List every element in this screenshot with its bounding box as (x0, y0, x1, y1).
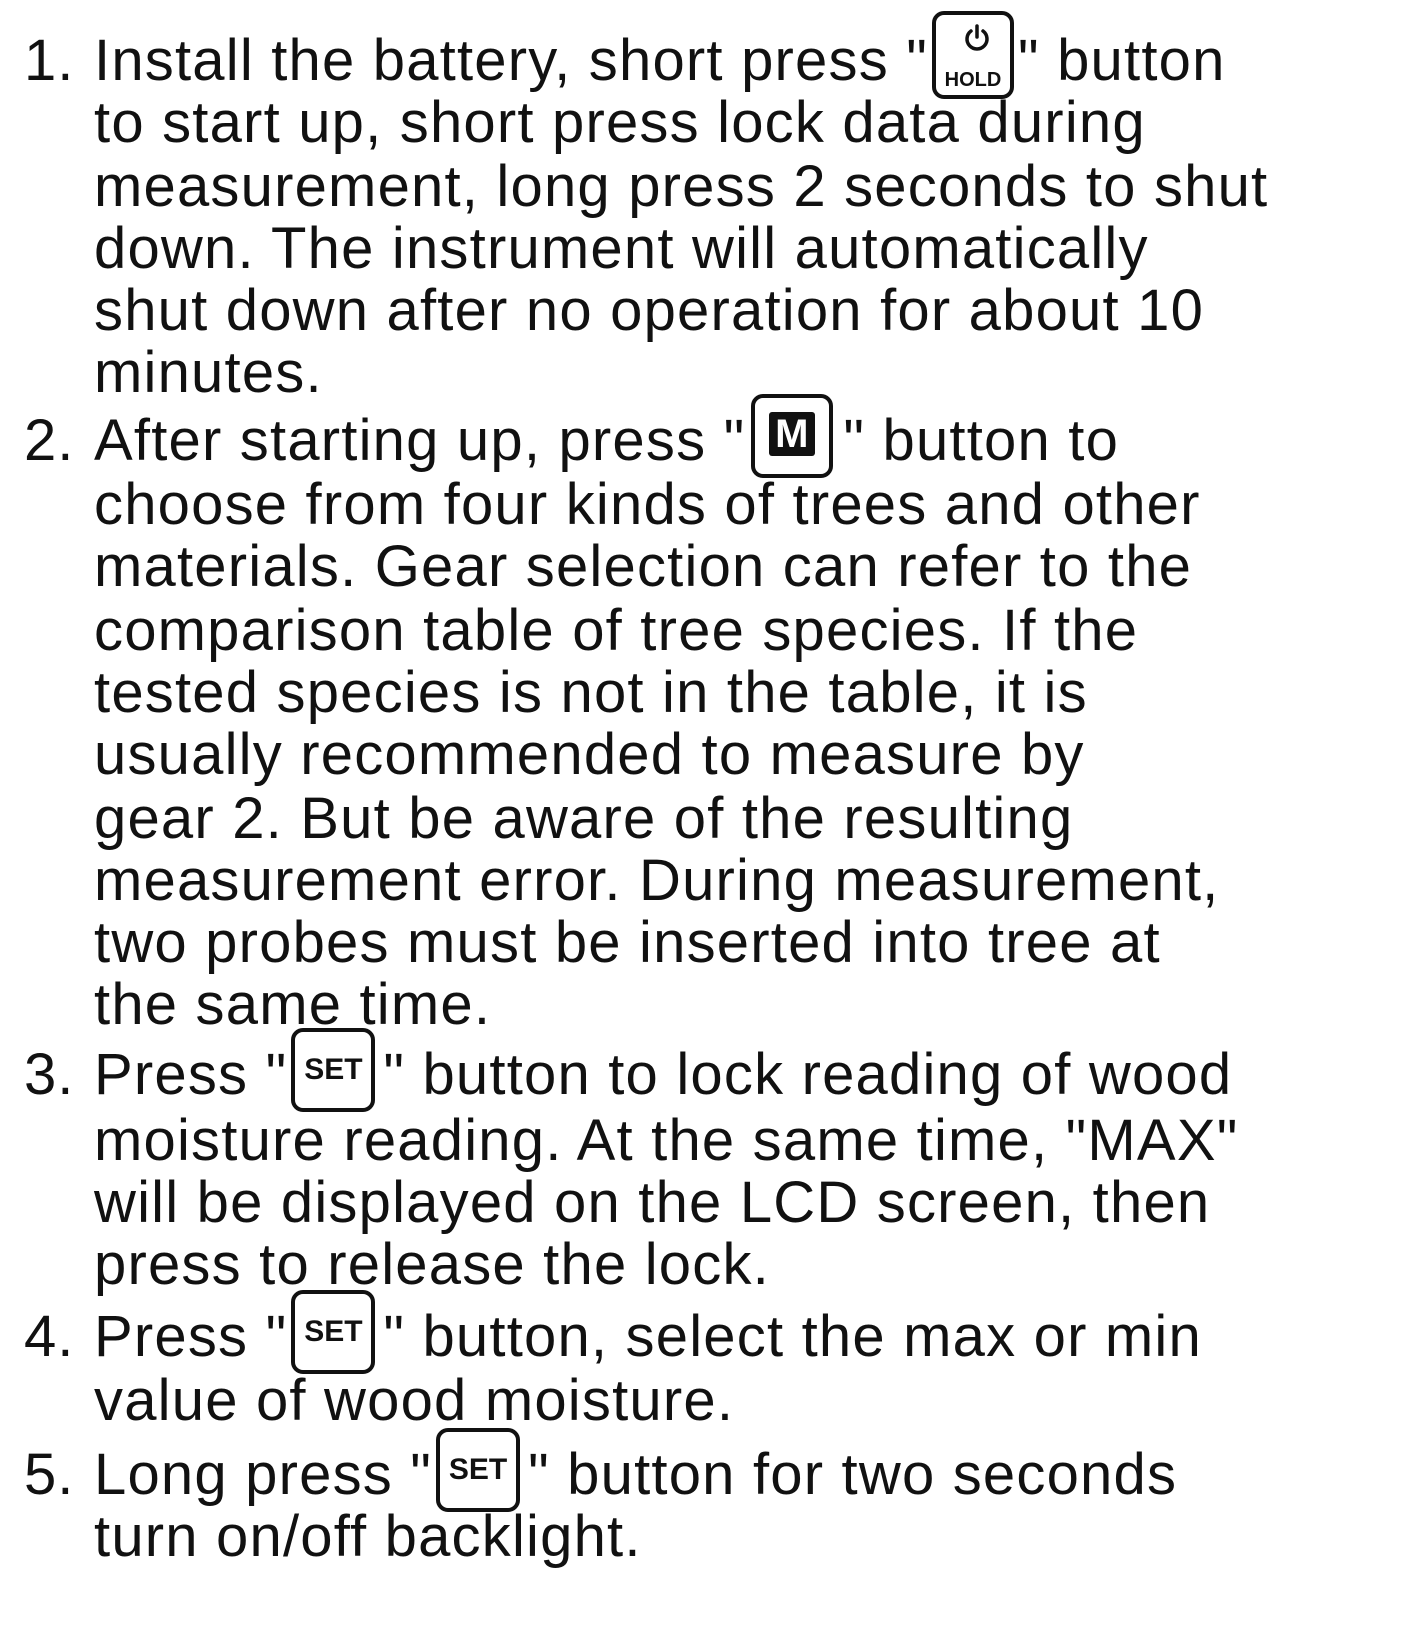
set-label: SET (448, 1452, 508, 1486)
line-text: " button (1018, 28, 1226, 93)
set-label: SET (304, 1052, 363, 1086)
step-line: minutes. (94, 340, 323, 405)
set-button-icon: SET (291, 1027, 376, 1112)
step-line: Press " SET " button to lock reading of wo… (94, 1027, 1233, 1112)
step-line: moisture reading. At the same time, "MAX… (94, 1108, 1239, 1173)
step-number: 1. (24, 28, 75, 93)
step-number: 2. (24, 408, 75, 473)
m-label: M (769, 411, 816, 456)
set-label: SET (304, 1314, 363, 1348)
line-text: " button for two seconds (528, 1442, 1178, 1507)
set-button-icon: SET (436, 1427, 521, 1512)
m-button-icon: M (751, 393, 834, 478)
step-line: choose from four kinds of trees and othe… (94, 472, 1201, 537)
step-number: 3. (24, 1042, 75, 1107)
set-button-icon: SET (291, 1289, 376, 1374)
step-line: two probes must be inserted into tree at (94, 910, 1161, 975)
power-hold-icon: HOLD (932, 10, 1014, 99)
step-line: Press " SET " button, select the max or mi… (94, 1289, 1202, 1374)
line-text: Press " (94, 1042, 288, 1107)
step-line: measurement error. During measurement, (94, 848, 1220, 913)
line-text: Long press " (94, 1442, 433, 1507)
step-line: comparison table of tree species. If the (94, 598, 1139, 663)
step-line: the same time. (94, 972, 492, 1037)
step-line: usually recommended to measure by (94, 722, 1085, 787)
line-text: " button to (843, 408, 1120, 473)
step-line: measurement, long press 2 seconds to shu… (94, 154, 1269, 219)
step-line: to start up, short press lock data durin… (94, 90, 1146, 155)
step-line: turn on/off backlight. (94, 1504, 642, 1569)
step-line: will be displayed on the LCD screen, the… (94, 1170, 1211, 1235)
line-text: " button to lock reading of wood (383, 1042, 1233, 1107)
line-text: After starting up, press " (94, 408, 746, 473)
hold-label: HOLD (944, 68, 1002, 91)
step-line: After starting up, press " M " button to (94, 393, 1120, 478)
step-line: down. The instrument will automatically (94, 216, 1149, 281)
step-line: gear 2. But be aware of the resulting (94, 786, 1074, 851)
step-number: 4. (24, 1304, 75, 1369)
line-text: Press " (94, 1304, 288, 1369)
instruction-page: 1. Install the battery, short press " HOL… (0, 0, 1418, 1642)
step-line: Long press " SET " button for two seconds (94, 1427, 1178, 1512)
step-line: materials. Gear selection can refer to t… (94, 534, 1193, 599)
step-line: shut down after no operation for about 1… (94, 278, 1205, 343)
line-text: " button, select the max or min (383, 1304, 1202, 1369)
step-line: Install the battery, short press " HOLD " … (94, 10, 1226, 99)
line-text: Install the battery, short press " (94, 28, 928, 93)
step-line: tested species is not in the table, it i… (94, 660, 1088, 725)
step-number: 5. (24, 1442, 75, 1507)
step-line: press to release the lock. (94, 1232, 770, 1297)
step-line: value of wood moisture. (94, 1368, 735, 1433)
